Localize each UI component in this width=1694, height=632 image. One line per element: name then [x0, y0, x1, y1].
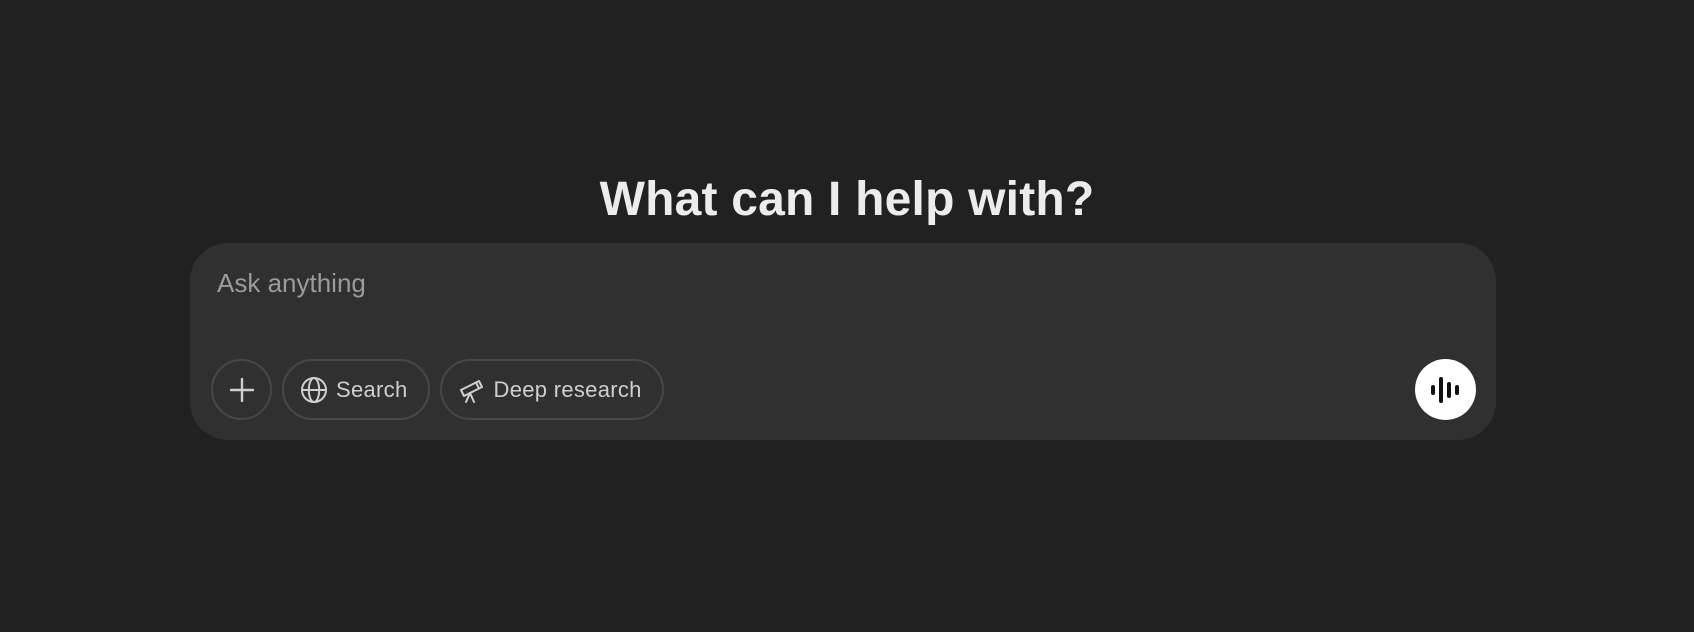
search-button[interactable]: Search: [282, 359, 430, 420]
composer: Search Deep research: [190, 243, 1496, 440]
globe-icon: [300, 376, 328, 404]
deep-research-button[interactable]: Deep research: [439, 359, 664, 420]
search-button-label: Search: [336, 376, 408, 402]
voice-mode-button[interactable]: [1415, 359, 1476, 420]
telescope-icon: [458, 376, 486, 404]
deep-research-button-label: Deep research: [493, 376, 642, 402]
plus-icon: [229, 377, 255, 403]
page-heading: What can I help with?: [599, 173, 1095, 227]
prompt-input[interactable]: [217, 265, 1417, 301]
add-attachment-button[interactable]: [211, 359, 272, 420]
composer-toolbar: Search Deep research: [211, 359, 664, 420]
voice-waveform-icon: [1429, 375, 1463, 405]
